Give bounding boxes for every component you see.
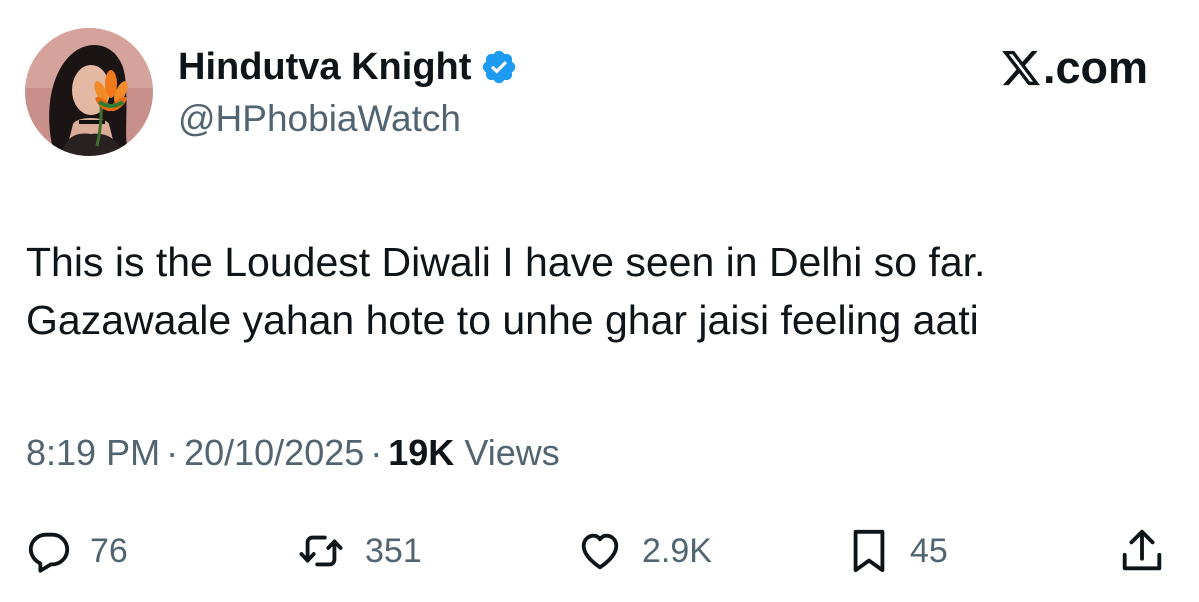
share-icon — [1118, 526, 1166, 576]
brand-text: .com — [1042, 42, 1148, 93]
reply-count: 76 — [90, 531, 128, 570]
tweet-time[interactable]: 8:19 PM — [26, 432, 160, 473]
bookmark-count: 45 — [910, 531, 948, 570]
tweet-line: This is the Loudest Diwali I have seen i… — [26, 239, 986, 285]
tweet-text: This is the Loudest Diwali I have seen i… — [26, 233, 1176, 349]
share-button[interactable] — [1118, 526, 1166, 576]
tweet-line: Gazawaale yahan hote to unhe ghar jaisi … — [26, 297, 979, 343]
repost-button[interactable]: 351 — [295, 526, 422, 576]
views-count: 19K — [388, 432, 455, 473]
author-name-row[interactable]: Hindutva Knight — [178, 44, 518, 90]
reply-button[interactable]: 76 — [26, 526, 128, 576]
meta-separator: · — [166, 432, 179, 473]
bookmark-icon — [846, 526, 892, 576]
avatar[interactable] — [25, 28, 153, 156]
views-label: Views — [464, 432, 560, 473]
tweet-date[interactable]: 20/10/2025 — [184, 432, 364, 473]
author-handle[interactable]: @HPhobiaWatch — [178, 98, 461, 140]
like-button[interactable]: 2.9K — [576, 526, 712, 576]
reply-icon — [26, 528, 72, 574]
like-count: 2.9K — [642, 531, 712, 570]
meta-separator: · — [370, 432, 383, 473]
heart-icon — [576, 528, 624, 574]
repost-count: 351 — [365, 531, 422, 570]
x-logo-icon — [1000, 47, 1042, 89]
avatar-image — [25, 28, 153, 156]
author-display-name[interactable]: Hindutva Knight — [178, 46, 471, 89]
verified-badge-icon — [480, 48, 518, 86]
repost-icon — [295, 528, 347, 574]
action-bar: 76 351 2.9K 45 — [0, 526, 1199, 576]
tweet-meta: 8:19 PM · 20/10/2025 · 19K Views — [26, 432, 560, 474]
bookmark-button[interactable]: 45 — [846, 526, 948, 576]
brand-watermark: .com — [1000, 42, 1148, 94]
